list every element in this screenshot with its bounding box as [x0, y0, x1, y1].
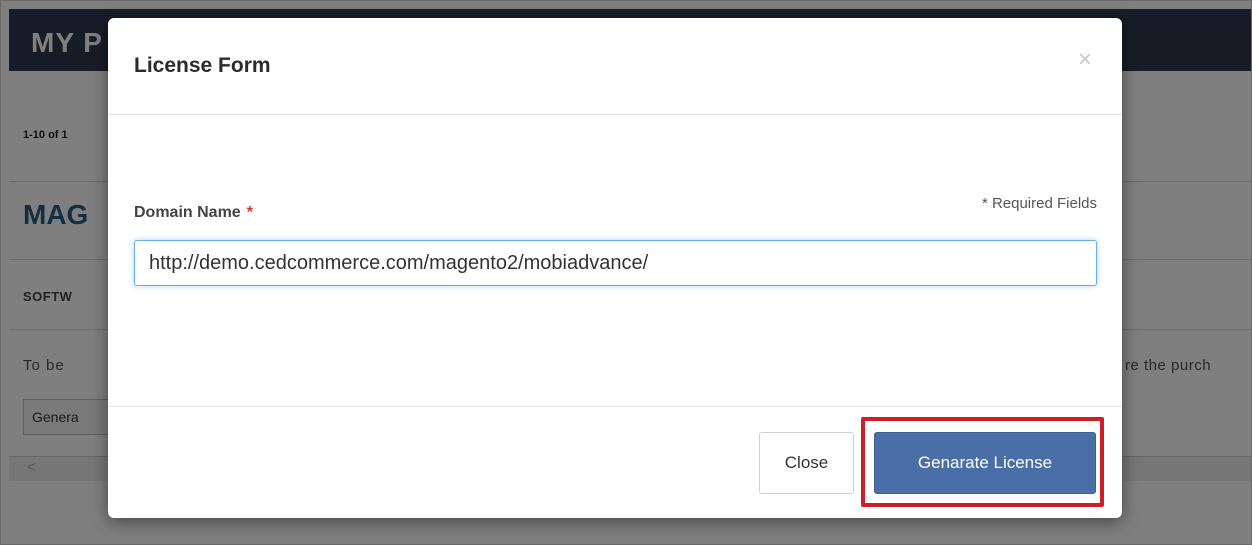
- domain-name-input[interactable]: [134, 240, 1097, 286]
- close-button[interactable]: Close: [759, 432, 854, 494]
- generate-license-button[interactable]: Genarate License: [874, 432, 1096, 494]
- required-star: *: [246, 204, 253, 221]
- modal-title: License Form: [134, 54, 271, 77]
- domain-name-label: Domain Name *: [134, 204, 253, 222]
- modal-footer-divider: [108, 406, 1122, 407]
- required-fields-note: * Required Fields: [981, 195, 1097, 212]
- screenshot-frame: MY P 1-10 of 1 MAG SOFTW To be re the pu…: [0, 0, 1252, 545]
- license-form-modal: License Form × Domain Name * * Required F…: [108, 18, 1122, 518]
- modal-header-divider: [108, 114, 1122, 115]
- domain-name-label-text: Domain Name: [134, 204, 241, 221]
- close-icon[interactable]: ×: [1078, 48, 1092, 72]
